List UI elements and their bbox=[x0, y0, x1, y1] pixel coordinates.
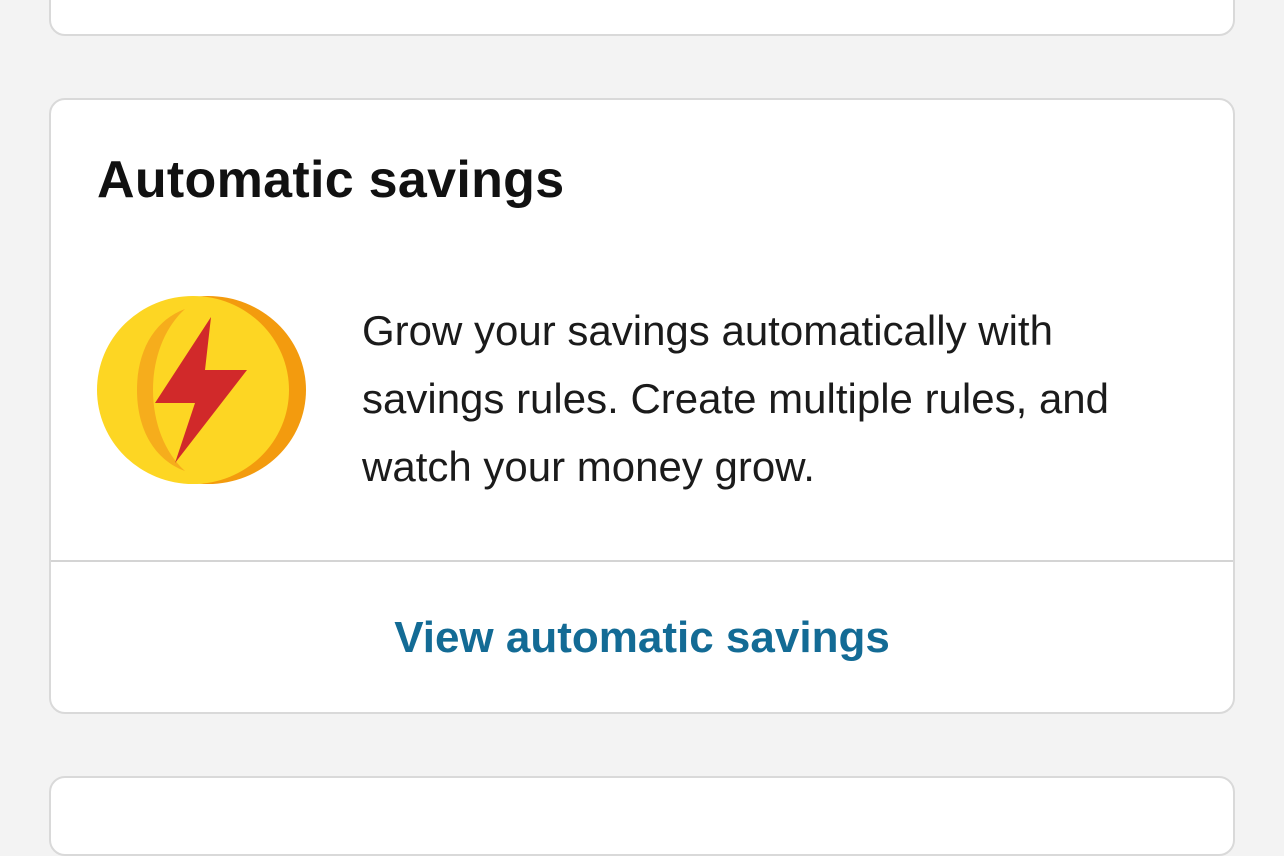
next-card bbox=[49, 776, 1235, 856]
previous-card bbox=[49, 0, 1235, 36]
card-title: Automatic savings bbox=[97, 151, 565, 209]
lightning-coin-icon bbox=[97, 295, 311, 485]
view-automatic-savings-link[interactable]: View automatic savings bbox=[51, 562, 1233, 714]
automatic-savings-card: Automatic savings Grow your savings auto… bbox=[49, 98, 1235, 714]
card-description: Grow your savings automatically with sav… bbox=[362, 307, 1110, 490]
